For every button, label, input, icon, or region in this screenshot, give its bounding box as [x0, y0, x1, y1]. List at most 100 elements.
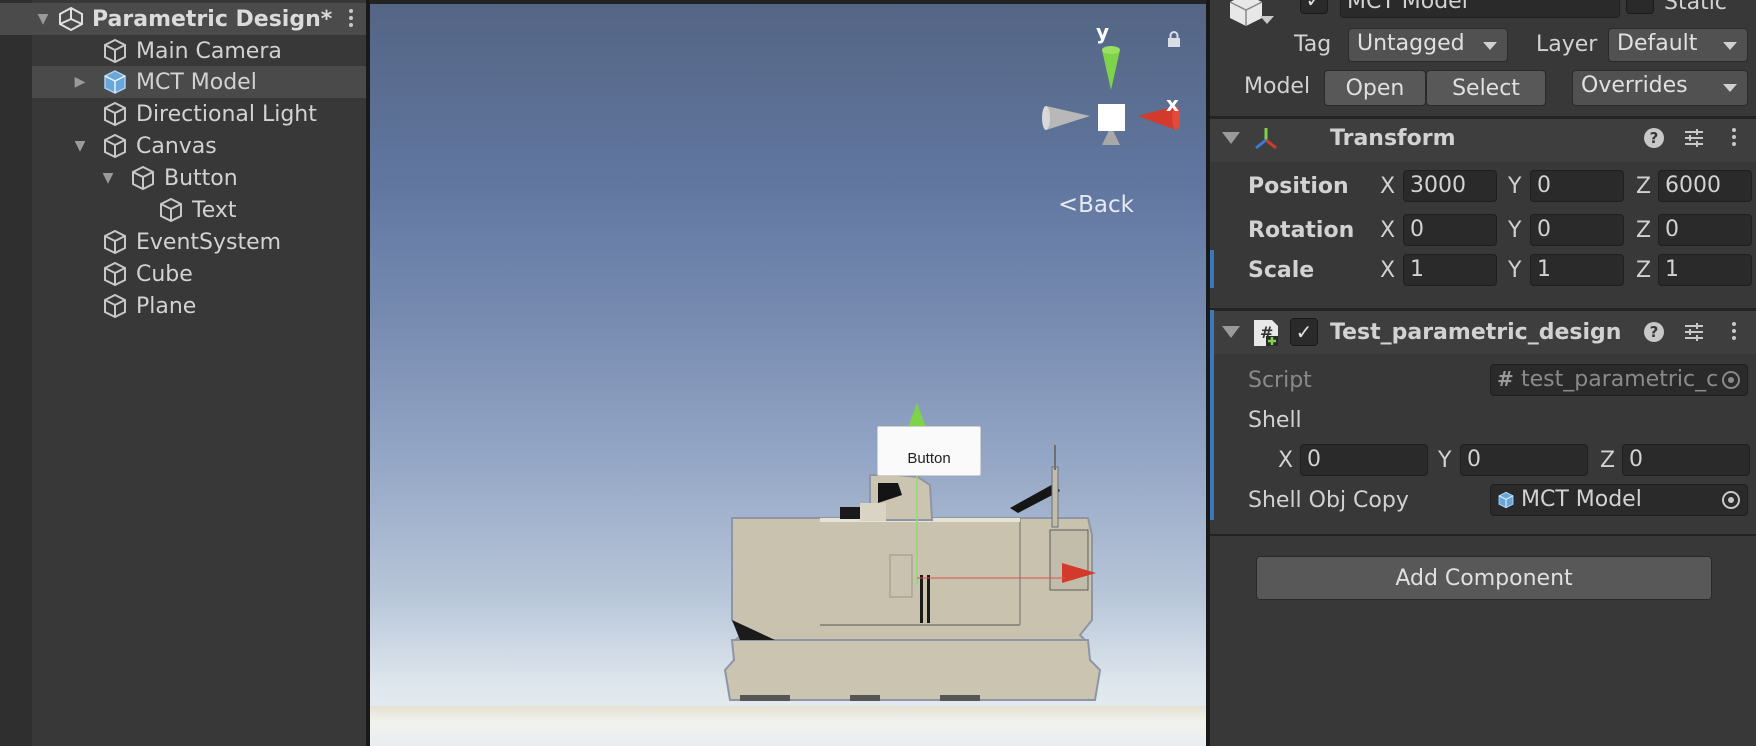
- scene-header-row[interactable]: ▼ Parametric Design*: [0, 3, 366, 35]
- foldout-arrow-icon[interactable]: ▼: [36, 3, 50, 35]
- scene-ui-button[interactable]: Button: [877, 426, 981, 476]
- object-picker-icon: [1716, 364, 1746, 396]
- kebab-menu-icon[interactable]: [1731, 128, 1737, 148]
- foldout-arrow-icon[interactable]: [1222, 326, 1240, 338]
- csharp-script-icon: #: [1254, 320, 1278, 346]
- gizmo-y-label: y: [1096, 20, 1110, 44]
- axis-y-label: Y: [1438, 448, 1452, 473]
- axis-y-label: Y: [1508, 174, 1522, 199]
- checkmark-icon: ✓: [1305, 0, 1323, 12]
- script-component-title: Test_parametric_design (: [1330, 320, 1630, 345]
- prefab-cube-icon: [104, 70, 126, 94]
- static-label: Static: [1664, 0, 1727, 15]
- transform-header[interactable]: [1210, 118, 1756, 162]
- gizmo-center-cube[interactable]: [1098, 104, 1125, 131]
- foldout-arrow-icon[interactable]: ▶: [58, 66, 102, 98]
- object-name-field[interactable]: MCT Model: [1340, 0, 1620, 18]
- hierarchy-item-label: Directional Light: [136, 101, 317, 127]
- overrides-dropdown[interactable]: Overrides: [1572, 70, 1748, 106]
- hierarchy-item-label: Canvas: [136, 133, 217, 159]
- script-field: # test_parametric_c: [1490, 364, 1748, 396]
- static-checkbox[interactable]: [1626, 0, 1654, 14]
- scale-x-field[interactable]: 1: [1403, 254, 1497, 286]
- hierarchy-item-mct-model[interactable]: ▶ MCT Model: [32, 66, 366, 98]
- gizmo-y-cone[interactable]: [1102, 50, 1120, 90]
- model-label: Model: [1244, 74, 1311, 99]
- axis-z-label: Z: [1636, 174, 1652, 199]
- scene-toolbar-edge: [370, 0, 1206, 4]
- presets-sliders-icon[interactable]: [1683, 321, 1705, 343]
- hierarchy-item-plane[interactable]: Plane: [32, 290, 366, 322]
- hierarchy-item-eventsystem[interactable]: EventSystem: [32, 226, 366, 258]
- tag-value: Untagged: [1357, 31, 1465, 56]
- foldout-arrow-icon[interactable]: [1222, 132, 1240, 144]
- gameobject-cube-icon: [104, 133, 126, 159]
- position-z-field[interactable]: 6000: [1658, 170, 1752, 202]
- gameobject-cube-icon: [104, 101, 126, 127]
- rotation-x-field[interactable]: 0: [1403, 214, 1497, 246]
- hierarchy-item-label: Main Camera: [136, 38, 282, 64]
- shell-obj-copy-value: MCT Model: [1521, 487, 1642, 512]
- position-y-field[interactable]: 0: [1530, 170, 1624, 202]
- icon-dropdown-caret-icon[interactable]: [1260, 16, 1274, 24]
- axis-z-label: Z: [1636, 218, 1652, 243]
- hierarchy-item-label: Button: [164, 165, 238, 191]
- gameobject-cube-icon: [104, 293, 126, 319]
- active-checkbox[interactable]: ✓: [1300, 0, 1328, 14]
- tag-dropdown[interactable]: Untagged: [1348, 28, 1508, 62]
- gizmo-x-label: x: [1166, 92, 1179, 116]
- chevron-down-icon: [1483, 42, 1497, 50]
- select-button[interactable]: Select: [1426, 70, 1546, 106]
- hierarchy-item-canvas[interactable]: ▼ Canvas: [32, 130, 366, 162]
- layer-dropdown[interactable]: Default: [1608, 28, 1748, 62]
- shell-obj-copy-field[interactable]: MCT Model: [1490, 484, 1748, 516]
- scale-z-field[interactable]: 1: [1658, 254, 1752, 286]
- kebab-menu-icon[interactable]: [348, 9, 354, 29]
- axis-x-label: X: [1278, 448, 1294, 473]
- shell-x-field[interactable]: 0: [1300, 444, 1428, 476]
- add-component-button[interactable]: Add Component: [1256, 556, 1712, 600]
- rotation-z-field[interactable]: 0: [1658, 214, 1752, 246]
- hierarchy-gutter: [0, 0, 32, 746]
- shell-z-field[interactable]: 0: [1622, 444, 1750, 476]
- lock-icon[interactable]: [1166, 30, 1182, 48]
- axis-y-label: Y: [1508, 218, 1522, 243]
- object-picker-icon[interactable]: [1716, 484, 1746, 516]
- shell-y-field[interactable]: 0: [1460, 444, 1588, 476]
- transform-axes-icon: [1255, 128, 1277, 150]
- hierarchy-item-main-camera[interactable]: Main Camera: [32, 35, 366, 67]
- hierarchy-item-cube[interactable]: Cube: [32, 258, 366, 290]
- foldout-arrow-icon[interactable]: ▼: [58, 130, 102, 162]
- foldout-arrow-icon[interactable]: ▼: [86, 162, 130, 194]
- hierarchy-item-directional-light[interactable]: Directional Light: [32, 98, 366, 130]
- presets-sliders-icon[interactable]: [1683, 127, 1705, 149]
- position-x-field[interactable]: 3000: [1403, 170, 1497, 202]
- axis-x-label: X: [1380, 258, 1396, 283]
- kebab-menu-icon[interactable]: [1731, 322, 1737, 342]
- hierarchy-item-button[interactable]: ▼ Button: [32, 162, 366, 194]
- layer-value: Default: [1617, 31, 1698, 56]
- hierarchy-item-label: Cube: [136, 261, 193, 287]
- open-button[interactable]: Open: [1324, 70, 1426, 106]
- shell-label: Shell: [1248, 408, 1302, 433]
- gameobject-cube-icon: [160, 197, 182, 223]
- help-icon[interactable]: ?: [1643, 127, 1665, 149]
- hierarchy-item-text[interactable]: Text: [32, 194, 366, 226]
- component-enabled-checkbox[interactable]: ✓: [1290, 318, 1318, 346]
- axis-x-label: X: [1380, 174, 1396, 199]
- back-button[interactable]: <Back: [1058, 190, 1134, 218]
- hierarchy-item-label: Text: [192, 197, 237, 223]
- script-hash-icon: #: [1497, 367, 1514, 391]
- position-label: Position: [1248, 174, 1349, 199]
- rotation-y-field[interactable]: 0: [1530, 214, 1624, 246]
- help-icon[interactable]: ?: [1643, 321, 1665, 343]
- scale-y-field[interactable]: 1: [1530, 254, 1624, 286]
- checkmark-icon: ✓: [1295, 320, 1313, 344]
- shell-obj-copy-label: Shell Obj Copy: [1248, 488, 1409, 513]
- gameobject-cube-icon: [104, 38, 126, 64]
- gizmo-neg-x-cone[interactable]: [1046, 106, 1090, 130]
- hierarchy-item-label: MCT Model: [136, 69, 257, 95]
- transform-title: Transform: [1330, 126, 1456, 151]
- unity-scene-icon: [59, 6, 83, 32]
- hierarchy-item-label: EventSystem: [136, 229, 282, 255]
